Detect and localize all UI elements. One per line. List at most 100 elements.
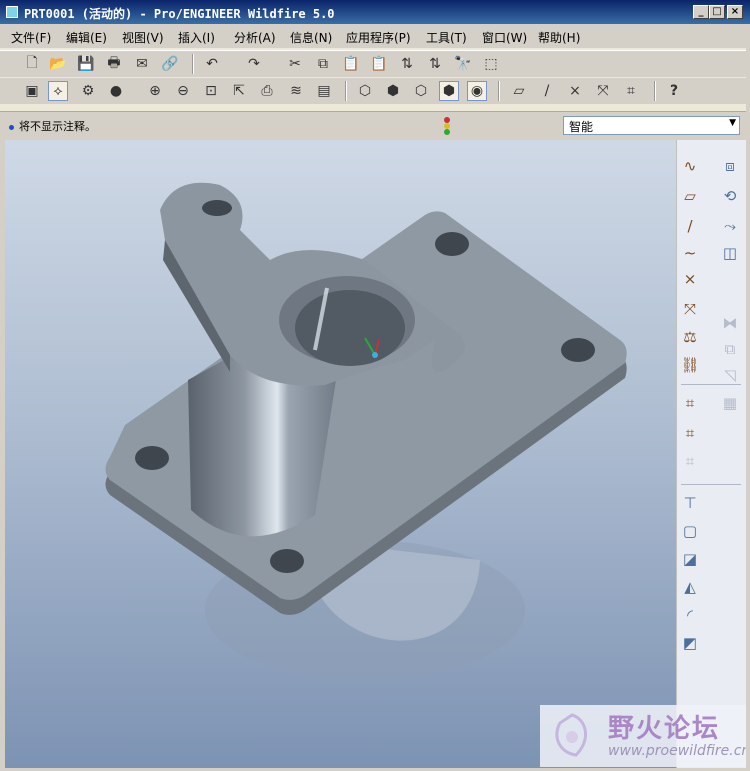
datum-point-icon[interactable]: × xyxy=(679,268,701,290)
cosmetic-icon[interactable]: ⌗ xyxy=(679,450,701,472)
no-hidden-icon[interactable]: ⬡ xyxy=(411,81,431,101)
extrude-icon[interactable]: ⧈ xyxy=(719,155,741,177)
menu-window[interactable]: 窗口(W) xyxy=(482,29,527,46)
shading-icon[interactable]: ⬢ xyxy=(439,81,459,101)
selection-filter-value: 智能 xyxy=(569,120,594,134)
zoom-out-icon[interactable]: ⊖ xyxy=(173,81,193,101)
annotations-icon[interactable]: ⌗ xyxy=(621,81,641,101)
message-text: 将不显示注释。 xyxy=(19,120,96,133)
send-mail-icon[interactable]: ✉ xyxy=(132,54,152,74)
toolbar-separator xyxy=(681,384,741,385)
chain-icon[interactable]: ⛓ xyxy=(679,354,701,376)
paste-special-icon[interactable]: 📋 xyxy=(369,54,389,74)
toolbar-separator xyxy=(192,54,194,74)
datum-axes-icon[interactable]: / xyxy=(537,81,557,101)
zoom-in-icon[interactable]: ⊕ xyxy=(145,81,165,101)
toolbar-separator xyxy=(498,81,500,101)
annotation-feature-icon[interactable]: ⌗ xyxy=(679,392,701,414)
menu-file[interactable]: 文件(F) xyxy=(11,29,51,46)
whats-this-icon[interactable]: ? xyxy=(664,81,684,101)
datum-axis-icon[interactable]: / xyxy=(679,215,701,237)
chevron-down-icon: ▼ xyxy=(729,118,736,128)
appearance-icon[interactable]: ● xyxy=(106,81,126,101)
paste-icon[interactable]: 📋 xyxy=(341,54,361,74)
spin-center-icon[interactable]: ⟡ xyxy=(48,81,68,101)
message-bar: 将不显示注释。 智能 ▼ xyxy=(0,111,750,140)
mirror-icon[interactable]: ⧓ xyxy=(719,312,741,334)
menu-insert[interactable]: 插入(I) xyxy=(178,29,215,46)
cut-icon[interactable]: ✂ xyxy=(285,54,305,74)
print-icon[interactable]: 🖶 xyxy=(104,54,124,74)
sweep-icon[interactable]: ⤳ xyxy=(719,215,741,237)
message-dot-icon xyxy=(9,124,14,130)
menu-tools[interactable]: 工具(T) xyxy=(426,29,467,46)
merge-icon[interactable]: ⧉ xyxy=(719,338,741,360)
trim-icon[interactable]: ◹ xyxy=(719,364,741,386)
close-button[interactable]: × xyxy=(727,5,743,19)
fit-icon[interactable]: ⊡ xyxy=(201,81,221,101)
datum-plane-icon[interactable]: ▱ xyxy=(679,185,701,207)
watermark-url: www.proewildfire.cn xyxy=(608,743,750,759)
pattern-icon[interactable]: ▦ xyxy=(719,392,741,414)
csys-tool-icon[interactable]: ⤧ xyxy=(679,298,701,320)
refit-icon[interactable]: ▣ xyxy=(22,81,42,101)
menu-analysis[interactable]: 分析(A) xyxy=(234,29,276,46)
reorient-icon[interactable]: ⇱ xyxy=(229,81,249,101)
copy-icon[interactable]: ⧉ xyxy=(313,54,333,74)
menu-view[interactable]: 视图(V) xyxy=(122,29,164,46)
datum-planes-icon[interactable]: ▱ xyxy=(509,81,529,101)
minimize-button[interactable]: _ xyxy=(693,5,709,19)
datum-tag-icon[interactable]: ⌗ xyxy=(679,422,701,444)
round-icon[interactable]: ◜ xyxy=(679,604,701,626)
saved-views-icon[interactable]: ⎙ xyxy=(257,81,277,101)
hidden-line-icon[interactable]: ⬢ xyxy=(383,81,403,101)
sketch-datum-curve-icon[interactable]: ∿ xyxy=(679,155,701,177)
menu-help[interactable]: 帮助(H) xyxy=(538,29,580,46)
rib-icon[interactable]: ◪ xyxy=(679,548,701,570)
boundary-blend-icon[interactable]: ◫ xyxy=(719,242,741,264)
regen-manager-icon[interactable]: ⇅ xyxy=(425,54,445,74)
new-icon[interactable]: 🗋 xyxy=(22,54,42,74)
menu-edit[interactable]: 编辑(E) xyxy=(66,29,107,46)
forum-logo-icon xyxy=(546,709,598,761)
draft-icon[interactable]: ◭ xyxy=(679,576,701,598)
find-icon[interactable]: 🔭 xyxy=(453,54,473,74)
message-area: 将不显示注释。 xyxy=(9,118,96,134)
save-icon[interactable]: 💾 xyxy=(76,54,96,74)
selection-filter-dropdown[interactable]: 智能 ▼ xyxy=(563,116,740,135)
hole-icon[interactable]: ⊤ xyxy=(679,492,701,514)
enhanced-realism-icon[interactable]: ◉ xyxy=(467,81,487,101)
menu-info[interactable]: 信息(N) xyxy=(290,29,332,46)
view-manager-icon[interactable]: ▤ xyxy=(314,81,334,101)
undo-icon[interactable]: ↶ xyxy=(202,54,222,74)
send-link-icon[interactable]: 🔗 xyxy=(160,54,180,74)
main-toolbar: 🗋 📂 💾 🖶 ✉ 🔗 ↶ ↷ ✂ ⧉ 📋 📋 ⇅ ⇅ 🔭 ⬚ xyxy=(0,50,750,77)
regeneration-status-icon xyxy=(440,116,454,136)
menu-applications[interactable]: 应用程序(P) xyxy=(346,29,411,46)
view-toolbar: ▣ ⟡ ⚙ ● ⊕ ⊖ ⊡ ⇱ ⎙ ≋ ▤ ⬡ ⬢ ⬡ ⬢ ◉ ▱ / × ⤧ … xyxy=(0,78,750,104)
redo-icon[interactable]: ↷ xyxy=(244,54,264,74)
datum-curve-icon[interactable]: ∼ xyxy=(679,242,701,264)
chamfer-icon[interactable]: ◩ xyxy=(679,632,701,654)
wireframe-icon[interactable]: ⬡ xyxy=(355,81,375,101)
toolbar-separator xyxy=(345,81,347,101)
layers-icon[interactable]: ≋ xyxy=(286,81,306,101)
window-border-right xyxy=(746,24,750,771)
shell-icon[interactable]: ▢ xyxy=(679,520,701,542)
orient-mode-icon[interactable]: ⚙ xyxy=(78,81,98,101)
datum-points-icon[interactable]: × xyxy=(565,81,585,101)
feature-toolbar: ∿ ⧈ ▱ ⟲ / ⤳ ∼ ◫ × ⤧ ⧓ ⧉ ⚖ ◹ ▦ ⛓ ⌗ ⌗ ⌗ ⊤ … xyxy=(676,140,746,768)
regenerate-icon[interactable]: ⇅ xyxy=(397,54,417,74)
toolbar-separator xyxy=(654,81,656,101)
graphics-window[interactable] xyxy=(5,140,676,768)
watermark-text: 野火论坛 xyxy=(608,714,721,744)
maximize-button[interactable]: □ xyxy=(709,5,725,19)
part-model xyxy=(105,182,627,680)
analysis-feature-icon[interactable]: ⚖ xyxy=(679,326,701,348)
csys-icon[interactable]: ⤧ xyxy=(593,81,613,101)
select-box-icon[interactable]: ⬚ xyxy=(481,54,501,74)
revolve-icon[interactable]: ⟲ xyxy=(719,185,741,207)
app-icon xyxy=(6,6,18,18)
open-icon[interactable]: 📂 xyxy=(48,54,68,74)
forum-watermark: 野火论坛 www.proewildfire.cn xyxy=(540,705,750,767)
